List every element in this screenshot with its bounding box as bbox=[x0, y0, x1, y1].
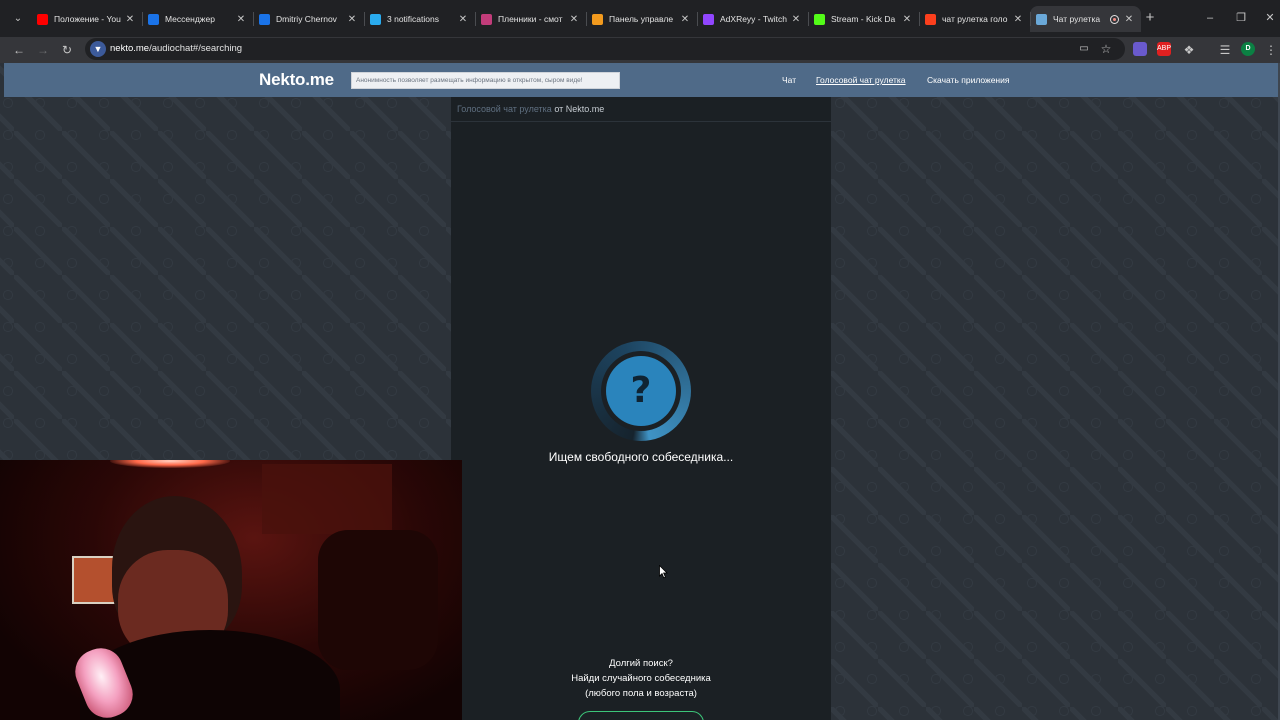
breadcrumb-text: Голосовой чат рулетка от Nekto.me bbox=[457, 104, 604, 114]
browser-tab[interactable]: чат рулетка голо ✕ bbox=[919, 6, 1030, 32]
site-info-icon[interactable]: ▼ bbox=[90, 41, 106, 57]
voice-chat-panel: Голосовой чат рулетка от Nekto.me ? Ищем… bbox=[451, 97, 831, 720]
browser-menu-icon[interactable]: ⋮ bbox=[1262, 41, 1280, 59]
tab-favicon-icon bbox=[703, 13, 714, 25]
tab-close-icon[interactable]: ✕ bbox=[790, 14, 802, 25]
adblock-extension-icon[interactable]: ABP bbox=[1157, 42, 1171, 56]
tab-close-icon[interactable]: ✕ bbox=[1012, 14, 1024, 25]
tab-title: AdXReyy - Twitch bbox=[720, 14, 787, 24]
tab-list: Положение - You ✕ Мессенджер ✕ Dmitriy Chern… bbox=[31, 6, 1141, 32]
tab-favicon-icon bbox=[481, 13, 492, 25]
tab-title: Мессенджер bbox=[165, 14, 215, 24]
tab-search-chevron-icon[interactable]: ⌄ bbox=[10, 11, 26, 27]
browser-tab[interactable]: AdXReyy - Twitch ✕ bbox=[697, 6, 808, 32]
tab-close-icon[interactable]: ✕ bbox=[1123, 14, 1135, 25]
tab-favicon-icon bbox=[814, 13, 825, 25]
searching-spinner: ? bbox=[591, 341, 691, 441]
browser-tab[interactable]: 3 notifications ✕ bbox=[364, 6, 475, 32]
tab-title: Пленники - смот bbox=[498, 14, 563, 24]
breadcrumb-voice-chat-link[interactable]: Голосовой чат рулетка bbox=[457, 104, 552, 114]
tab-close-icon[interactable]: ✕ bbox=[124, 14, 136, 25]
tab-favicon-icon bbox=[148, 13, 159, 25]
browser-tab[interactable]: Положение - You ✕ bbox=[31, 6, 142, 32]
tab-favicon-icon bbox=[259, 13, 270, 25]
tab-close-icon[interactable]: ✕ bbox=[901, 14, 913, 25]
back-icon[interactable]: ← bbox=[10, 41, 28, 59]
cast-icon[interactable]: ▭ bbox=[1075, 40, 1093, 58]
find-random-partner-button[interactable] bbox=[578, 711, 704, 720]
tab-favicon-icon bbox=[37, 13, 48, 25]
breadcrumb: Голосовой чат рулетка от Nekto.me bbox=[451, 97, 831, 122]
new-tab-button[interactable]: + bbox=[1143, 10, 1157, 25]
nav-download-apps-link[interactable]: Скачать приложения bbox=[927, 75, 1009, 85]
browser-toolbar: ← → ↻ ▼ nekto.me/audiochat#/searching ▭ … bbox=[0, 37, 1280, 63]
tab-title: чат рулетка голо bbox=[942, 14, 1008, 24]
browser-tab[interactable]: Чат рулетка ✕ bbox=[1030, 6, 1141, 32]
profile-avatar[interactable]: D bbox=[1241, 42, 1255, 56]
window-close-icon[interactable]: ✕ bbox=[1262, 10, 1278, 26]
url-path: /audiochat#/searching bbox=[149, 43, 243, 54]
long-search-line2: (любого пола и возраста) bbox=[585, 688, 697, 699]
forward-icon[interactable]: → bbox=[34, 41, 52, 59]
tab-strip: ⌄ Положение - You ✕ Мессенджер ✕ Dmitriy Che… bbox=[0, 0, 1280, 37]
reload-icon[interactable]: ↻ bbox=[58, 41, 76, 59]
restore-icon[interactable]: ❐ bbox=[1233, 10, 1249, 26]
webcam-wall-art bbox=[262, 464, 392, 534]
url-host: nekto.me bbox=[110, 43, 150, 54]
url-text: nekto.me/audiochat#/searching bbox=[110, 43, 242, 54]
extension-purple-icon[interactable] bbox=[1133, 42, 1147, 56]
question-mark-icon: ? bbox=[606, 356, 676, 426]
tab-close-icon[interactable]: ✕ bbox=[457, 14, 469, 25]
browser-tab[interactable]: Пленники - смот ✕ bbox=[475, 6, 586, 32]
tab-title: Положение - You bbox=[54, 14, 121, 24]
tab-favicon-icon bbox=[925, 13, 936, 25]
tab-title: 3 notifications bbox=[387, 14, 439, 24]
webcam-ceiling-light bbox=[110, 460, 230, 468]
tab-close-icon[interactable]: ✕ bbox=[679, 14, 691, 25]
tab-favicon-icon bbox=[370, 13, 381, 25]
browser-tab[interactable]: Мессенджер ✕ bbox=[142, 6, 253, 32]
mouse-cursor-icon bbox=[659, 565, 668, 579]
tab-title: Stream - Kick Da bbox=[831, 14, 896, 24]
browser-tab[interactable]: Панель управле ✕ bbox=[586, 6, 697, 32]
nav-voice-chat-link[interactable]: Голосовой чат рулетка bbox=[816, 75, 906, 85]
minimize-icon[interactable]: – bbox=[1202, 10, 1218, 26]
tab-title: Панель управле bbox=[609, 14, 674, 24]
tab-close-icon[interactable]: ✕ bbox=[235, 14, 247, 25]
tab-close-icon[interactable]: ✕ bbox=[346, 14, 358, 25]
reading-list-icon[interactable]: ☰ bbox=[1216, 41, 1234, 59]
tab-title: Dmitriy Chernov bbox=[276, 14, 337, 24]
breadcrumb-suffix: от Nekto.me bbox=[551, 104, 605, 114]
browser-tab[interactable]: Dmitriy Chernov ✕ bbox=[253, 6, 364, 32]
long-search-line1: Найди случайного собеседника bbox=[571, 673, 711, 684]
extensions-puzzle-icon[interactable]: ❖ bbox=[1180, 41, 1198, 59]
tab-title: Чат рулетка bbox=[1053, 14, 1101, 24]
site-logo[interactable]: Nekto.me bbox=[259, 70, 334, 90]
webcam-chair bbox=[318, 530, 438, 670]
tab-favicon-icon bbox=[1036, 13, 1047, 25]
long-search-title: Долгий поиск? bbox=[609, 658, 673, 669]
searching-status: Ищем свободного собеседника... bbox=[548, 450, 734, 464]
tab-favicon-icon bbox=[592, 13, 603, 25]
webcam-overlay bbox=[0, 460, 462, 720]
browser-tab[interactable]: Stream - Kick Da ✕ bbox=[808, 6, 919, 32]
address-bar[interactable]: ▼ nekto.me/audiochat#/searching ▭ ☆ bbox=[85, 38, 1125, 60]
site-header: Nekto.me Анонимность позволяет размещать… bbox=[4, 63, 1278, 97]
tab-recording-icon bbox=[1110, 14, 1119, 24]
tab-close-icon[interactable]: ✕ bbox=[568, 14, 580, 25]
nav-chat-link[interactable]: Чат bbox=[782, 75, 796, 85]
long-search-block: Долгий поиск? Найди случайного собеседни… bbox=[451, 656, 831, 701]
bookmark-star-icon[interactable]: ☆ bbox=[1097, 40, 1115, 58]
anonymity-notice: Анонимность позволяет размещать информац… bbox=[351, 72, 620, 89]
